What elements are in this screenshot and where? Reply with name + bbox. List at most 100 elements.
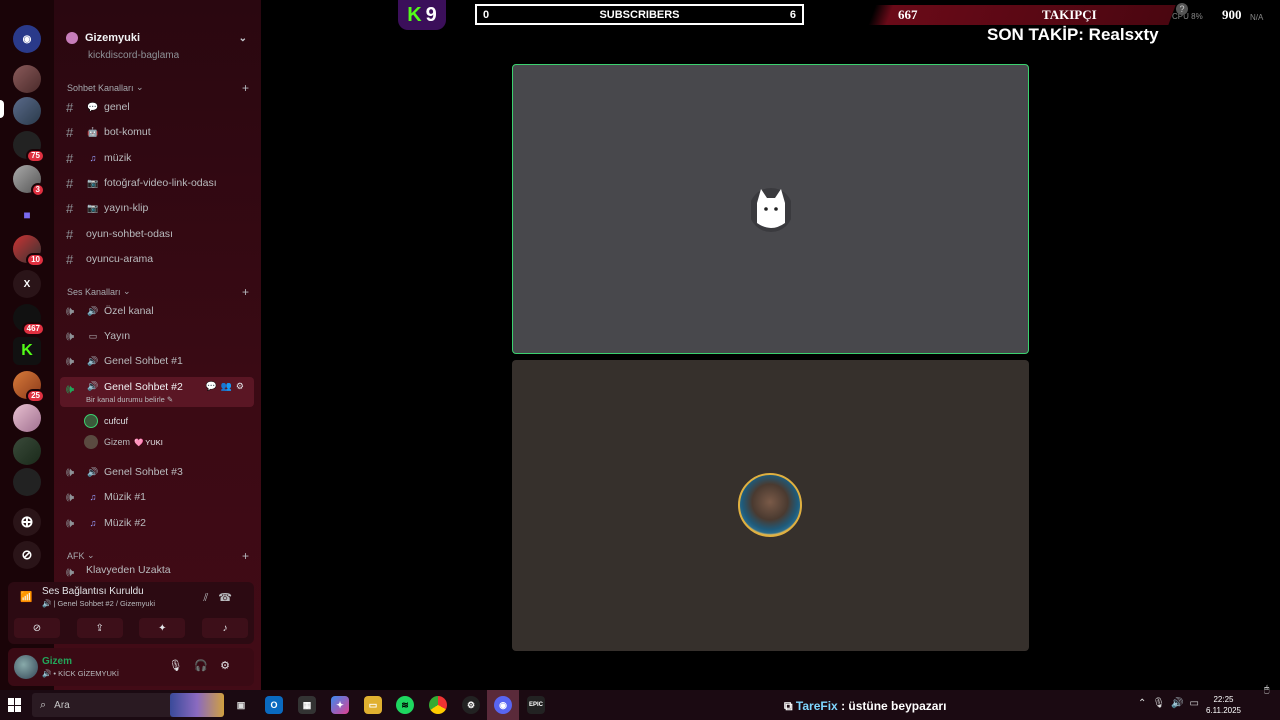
channel-label: Müzik #1 — [104, 491, 147, 503]
channel-oyuncu-arama[interactable]: # oyuncu-arama — [60, 248, 254, 270]
outlook-icon[interactable]: O — [265, 696, 283, 714]
task-view-icon[interactable]: ▣ — [232, 696, 250, 714]
channel-yayin-klip[interactable]: # 📷 yayın-klip — [60, 197, 254, 219]
activities-icon[interactable]: ✦ — [139, 618, 186, 638]
voice-user[interactable]: Gizem 🩷 YUKI — [84, 433, 163, 451]
channel-bot-komut[interactable]: # 🤖 bot-komut — [60, 121, 254, 143]
screen-share-icon[interactable]: ⇪ — [76, 618, 123, 638]
server-icon[interactable]: 25 — [13, 371, 45, 403]
taskbar-clock[interactable]: 22:25 6.11.2025 — [1206, 694, 1241, 716]
soundboard-icon[interactable]: ♪ — [201, 618, 248, 638]
follower-goal: 900 — [1222, 7, 1242, 22]
mention-badge: 10 — [26, 253, 45, 267]
subscriber-goal: 0 SUBSCRIBERS 6 — [475, 4, 804, 25]
clipped-channel[interactable]: kickdiscord-baglama — [88, 50, 179, 60]
category-voice[interactable]: Ses Kanalları ⌄ + — [67, 285, 249, 299]
voice-channel-muzik-2[interactable]: 🕪 ♫ Müzik #2 — [60, 512, 254, 534]
server-icon[interactable] — [13, 65, 41, 93]
channel-emoji: ♫ — [89, 492, 97, 502]
voice-channel-genel-2[interactable]: 🕪 🔊 Genel Sohbet #2 Bir kanal durumu bel… — [60, 377, 254, 407]
voice-channel-yayin[interactable]: 🕪 ▭ Yayın — [60, 325, 254, 347]
speaker-icon: 🕪 — [66, 464, 75, 479]
channel-label: Müzik #2 — [104, 517, 147, 529]
spotify-icon[interactable]: ≋ — [396, 696, 414, 714]
cat-avatar-icon — [751, 188, 791, 232]
channel-label: yayın-klip — [104, 202, 149, 214]
speaker-icon: 🕪 — [66, 489, 75, 504]
voice-channel-ozel[interactable]: 🕪 🔊 Özel kanal — [60, 300, 254, 322]
server-header[interactable]: Gizemyuki ⌄ — [54, 26, 261, 50]
hash-icon: # — [66, 175, 74, 191]
channel-emoji: 🔊 — [87, 381, 99, 391]
discord-home-icon[interactable]: ◉ — [13, 25, 41, 53]
camera-off-icon[interactable]: ⊘ — [14, 618, 60, 638]
chrome-icon[interactable] — [429, 696, 447, 714]
folder-icon[interactable]: ▭ — [364, 696, 382, 714]
chevron-down-icon[interactable]: ⌄ — [239, 33, 247, 44]
folder-icon[interactable]: ■ — [13, 201, 41, 229]
epic-games-icon[interactable]: EPIC — [527, 696, 545, 714]
server-icon[interactable] — [13, 404, 41, 432]
category-afk[interactable]: AFK ⌄ + — [67, 549, 249, 563]
hash-icon: # — [66, 226, 74, 242]
channel-label: fotoğraf-video-link-odası — [104, 177, 217, 189]
add-channel-icon[interactable]: + — [242, 549, 249, 563]
channel-actions[interactable]: 💬👥⚙ — [206, 381, 248, 392]
user-name[interactable]: Gizem — [42, 656, 72, 667]
steam-icon[interactable]: ⚙ — [462, 696, 480, 714]
voice-status[interactable]: Ses Bağlantısı Kuruldu — [42, 586, 144, 597]
category-label: AFK — [67, 550, 85, 561]
category-label: Ses Kanalları — [67, 286, 121, 297]
add-channel-icon[interactable]: + — [242, 285, 249, 299]
voice-channel-genel-1[interactable]: 🕪 🔊 Genel Sohbet #1 — [60, 350, 254, 372]
server-icon[interactable]: 3 — [13, 165, 45, 197]
search-icon: ⌕ — [40, 698, 47, 711]
channel-fotograf[interactable]: # 📷 fotoğraf-video-link-odası — [60, 172, 254, 194]
server-icon[interactable]: 75 — [13, 131, 45, 163]
voice-channel-genel-3[interactable]: 🕪 🔊 Genel Sohbet #3 — [60, 461, 254, 483]
channel-emoji: ♫ — [89, 153, 97, 163]
voice-user[interactable]: cufcuf — [84, 412, 128, 430]
voice-channel-muzik-1[interactable]: 🕪 ♫ Müzik #1 — [60, 486, 254, 508]
system-tray[interactable]: ⌃🎙🔊▭ — [1138, 698, 1205, 709]
server-icon[interactable]: 10 — [13, 235, 45, 267]
help-icon[interactable]: ? — [1176, 3, 1188, 15]
avatar[interactable] — [14, 655, 38, 679]
mention-badge: 467 — [21, 322, 45, 336]
add-server-icon[interactable]: ⊕ — [13, 508, 41, 536]
voice-tile-cufcuf[interactable] — [512, 64, 1029, 354]
mouse-icon: 🖱 — [1264, 684, 1270, 694]
speaker-icon: 🕪 — [66, 564, 75, 578]
voice-channel-path[interactable]: 🔊 | Genel Sohbet #2 / Gizemyuki — [42, 599, 155, 608]
last-follower: SON TAKİP: Realsxty — [987, 25, 1159, 44]
server-icon[interactable]: X — [13, 270, 41, 298]
voice-tile-gizem[interactable] — [512, 360, 1029, 651]
taskbar-search[interactable]: ⌕ Ara — [32, 693, 224, 717]
channel-emoji: 📷 — [87, 177, 99, 188]
kick-server-icon[interactable]: K — [13, 337, 41, 365]
server-icon[interactable]: 467 — [13, 304, 45, 336]
windows-start-icon[interactable] — [8, 698, 22, 712]
server-icon[interactable] — [13, 468, 41, 496]
user-controls[interactable]: 🎙🎧⚙ — [168, 659, 242, 672]
discover-icon[interactable]: ⊘ — [13, 541, 41, 569]
voice-panel-icons[interactable]: ⫽☎ — [203, 591, 242, 605]
channel-genel[interactable]: # 💬 genel — [60, 96, 254, 118]
hash-icon: # — [66, 200, 74, 216]
server-icon[interactable] — [13, 97, 41, 125]
category-chat[interactable]: Sohbet Kanalları ⌄ + — [67, 81, 249, 95]
channel-emoji: 📷 — [87, 202, 99, 213]
server-icon[interactable] — [13, 437, 41, 465]
add-channel-icon[interactable]: + — [242, 81, 249, 95]
mention-badge: 25 — [26, 389, 45, 403]
store-icon[interactable]: ▦ — [298, 696, 316, 714]
voice-channel-afk[interactable]: 🕪 Klavyeden Uzakta — [60, 564, 254, 578]
discord-icon[interactable]: ◉ — [494, 696, 512, 714]
channel-oyun-sohbet[interactable]: # oyun-sohbet-odası — [60, 223, 254, 245]
channel-muzik[interactable]: # ♫ müzik — [60, 147, 254, 169]
np-readout: N/A — [1250, 13, 1264, 22]
copilot-icon[interactable]: ✦ — [331, 696, 349, 714]
channel-status[interactable]: Bir kanal durumu belirle ✎ — [86, 395, 173, 404]
category-label: Sohbet Kanalları — [67, 82, 134, 93]
signal-icon[interactable]: 📶 — [20, 592, 34, 604]
